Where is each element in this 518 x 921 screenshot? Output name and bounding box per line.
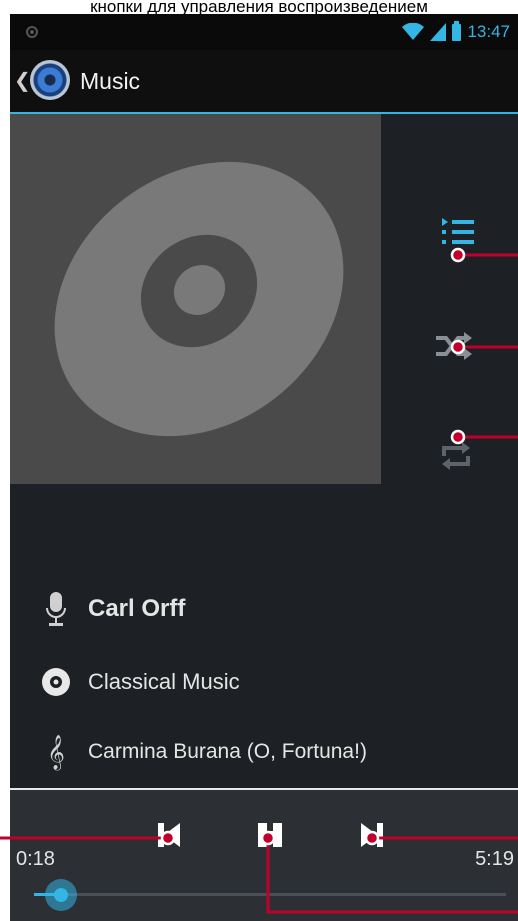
repeat-icon[interactable] xyxy=(434,434,478,478)
seek-handle[interactable] xyxy=(45,879,78,911)
elapsed-time: 0:18 xyxy=(16,848,55,870)
status-bar: 13:47 xyxy=(10,14,518,50)
action-bar[interactable]: ❮ Music xyxy=(10,50,518,114)
song-title: Carmina Burana (O, Fortuna!) xyxy=(88,740,367,763)
microphone-icon xyxy=(38,591,74,627)
music-disc-icon[interactable] xyxy=(30,60,70,100)
album-art xyxy=(10,105,399,493)
playback-controls: 0:18 5:19 xyxy=(10,788,518,921)
wifi-icon xyxy=(402,23,425,40)
artist-name: Carl Orff xyxy=(88,595,186,622)
next-icon[interactable] xyxy=(357,820,387,850)
phone-screen: 13:47 ❮ Music Carl Orff Classical Music … xyxy=(10,14,518,921)
playlist-icon[interactable] xyxy=(436,214,480,258)
album-name: Classical Music xyxy=(88,669,240,694)
pause-icon[interactable] xyxy=(255,820,285,850)
back-icon[interactable]: ❮ xyxy=(14,68,31,93)
treble-clef-icon: 𝄞 xyxy=(47,734,65,770)
artist-row: Carl Orff xyxy=(10,589,518,629)
song-row: 𝄞 Carmina Burana (O, Fortuna!) xyxy=(10,732,518,772)
status-time: 13:47 xyxy=(467,22,510,41)
album-disc-icon xyxy=(38,664,74,700)
signal-icon xyxy=(430,23,447,41)
status-indicators: 13:47 xyxy=(402,20,510,44)
shuffle-icon[interactable] xyxy=(432,324,476,368)
battery-icon xyxy=(452,20,462,41)
previous-icon[interactable] xyxy=(154,820,184,850)
total-time: 5:19 xyxy=(475,848,514,870)
caption-text: кнопки для управления воспроизведением xyxy=(0,0,518,14)
page-title: Music xyxy=(80,68,141,94)
album-row: Classical Music xyxy=(10,662,518,702)
notification-icon xyxy=(26,26,38,38)
seek-bar[interactable] xyxy=(34,879,506,911)
